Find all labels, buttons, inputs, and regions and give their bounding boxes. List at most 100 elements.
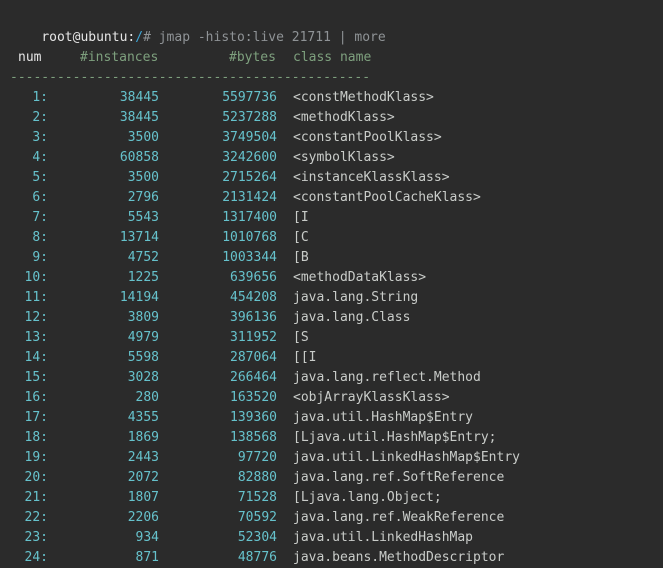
row-num: 1: bbox=[32, 90, 48, 105]
row-bytes: 1003344 bbox=[222, 250, 277, 265]
row-instances: 2796 bbox=[127, 190, 159, 205]
row-class-name: <objArrayKlassKlass> bbox=[293, 390, 450, 405]
table-header: num #instances #bytes class name bbox=[0, 48, 663, 68]
row-num: 15: bbox=[24, 370, 48, 385]
row-instances: 1869 bbox=[127, 430, 159, 445]
row-bytes: 396136 bbox=[230, 310, 277, 325]
prompt-symbol: # bbox=[143, 30, 151, 45]
table-row: 12: 3809 396136 java.lang.Class bbox=[0, 308, 663, 328]
row-instances: 13714 bbox=[119, 230, 159, 245]
prompt-path: / bbox=[135, 30, 144, 45]
row-instances: 5598 bbox=[127, 350, 159, 365]
table-row: 10: 1225 639656 <methodDataKlass> bbox=[0, 268, 663, 288]
row-instances: 14194 bbox=[119, 290, 159, 305]
row-bytes: 311952 bbox=[230, 330, 277, 345]
table-row: 22: 2206 70592 java.lang.ref.WeakReference bbox=[0, 508, 663, 528]
table-row: 16: 280 163520 <objArrayKlassKlass> bbox=[0, 388, 663, 408]
row-instances: 4752 bbox=[127, 250, 159, 265]
table-row: 11: 14194 454208 java.lang.String bbox=[0, 288, 663, 308]
row-class-name: <constantPoolKlass> bbox=[293, 130, 442, 145]
row-instances: 1225 bbox=[127, 270, 159, 285]
row-class-name: <methodDataKlass> bbox=[293, 270, 427, 285]
table-row: 4: 60858 3242600 <symbolKlass> bbox=[0, 148, 663, 168]
table-row: 5: 3500 2715264 <instanceKlassKlass> bbox=[0, 168, 663, 188]
row-num: 17: bbox=[24, 410, 48, 425]
row-instances: 4355 bbox=[127, 410, 159, 425]
table-row: 15: 3028 266464 java.lang.reflect.Method bbox=[0, 368, 663, 388]
row-instances: 1807 bbox=[127, 490, 159, 505]
row-bytes: 138568 bbox=[230, 430, 277, 445]
table-row: 7: 5543 1317400 [I bbox=[0, 208, 663, 228]
row-num: 21: bbox=[24, 490, 48, 505]
command-prompt-line: root@ubuntu:/# jmap -histo:live 21711 | … bbox=[10, 8, 385, 45]
row-bytes: 48776 bbox=[237, 550, 277, 565]
row-class-name: <instanceKlassKlass> bbox=[293, 170, 450, 185]
row-num: 10: bbox=[24, 270, 48, 285]
row-class-name: java.util.LinkedHashMap bbox=[293, 530, 474, 545]
row-bytes: 2131424 bbox=[222, 190, 277, 205]
table-row: 17: 4355 139360 java.util.HashMap$Entry bbox=[0, 408, 663, 428]
row-instances: 934 bbox=[135, 530, 159, 545]
row-num: 6: bbox=[32, 190, 48, 205]
row-num: 22: bbox=[24, 510, 48, 525]
row-class-name: java.beans.MethodDescriptor bbox=[293, 550, 505, 565]
header-divider: ----------------------------------------… bbox=[10, 70, 371, 85]
row-bytes: 2715264 bbox=[222, 170, 277, 185]
table-row: 24: 871 48776 java.beans.MethodDescriptor bbox=[0, 548, 663, 568]
row-bytes: 5597736 bbox=[222, 90, 277, 105]
row-instances: 38445 bbox=[119, 90, 159, 105]
table-row: 3: 3500 3749504 <constantPoolKlass> bbox=[0, 128, 663, 148]
table-row: 23: 934 52304 java.util.LinkedHashMap bbox=[0, 528, 663, 548]
table-row: 19: 2443 97720 java.util.LinkedHashMap$Entr… bbox=[0, 448, 663, 468]
row-num: 2: bbox=[32, 110, 48, 125]
row-num: 20: bbox=[24, 470, 48, 485]
row-bytes: 266464 bbox=[230, 370, 277, 385]
row-class-name: <constantPoolCacheKlass> bbox=[293, 190, 481, 205]
row-num: 4: bbox=[32, 150, 48, 165]
row-num: 23: bbox=[24, 530, 48, 545]
header-bytes: #bytes bbox=[229, 50, 276, 65]
table-row: 1: 38445 5597736 <constMethodKlass> bbox=[0, 88, 663, 108]
row-num: 8: bbox=[32, 230, 48, 245]
row-instances: 5543 bbox=[127, 210, 159, 225]
row-class-name: [B bbox=[293, 250, 309, 265]
command-text: jmap -histo:live 21711 | more bbox=[150, 30, 386, 45]
row-class-name: [S bbox=[293, 330, 309, 345]
row-class-name: java.lang.reflect.Method bbox=[293, 370, 481, 385]
table-row: 14: 5598 287064 [[I bbox=[0, 348, 663, 368]
table-row: 9: 4752 1003344 [B bbox=[0, 248, 663, 268]
row-class-name: java.util.LinkedHashMap$Entry bbox=[293, 450, 520, 465]
row-class-name: java.lang.ref.SoftReference bbox=[293, 470, 505, 485]
row-num: 14: bbox=[24, 350, 48, 365]
row-instances: 3028 bbox=[127, 370, 159, 385]
row-class-name: [C bbox=[293, 230, 309, 245]
row-num: 12: bbox=[24, 310, 48, 325]
row-bytes: 3242600 bbox=[222, 150, 277, 165]
row-instances: 2206 bbox=[127, 510, 159, 525]
row-num: 7: bbox=[32, 210, 48, 225]
row-bytes: 163520 bbox=[230, 390, 277, 405]
header-num: num bbox=[18, 50, 42, 65]
row-bytes: 3749504 bbox=[222, 130, 277, 145]
prompt-user-host: root@ubuntu bbox=[41, 30, 128, 45]
row-bytes: 97720 bbox=[237, 450, 277, 465]
row-class-name: <methodKlass> bbox=[293, 110, 395, 125]
row-instances: 4979 bbox=[127, 330, 159, 345]
row-bytes: 454208 bbox=[230, 290, 277, 305]
row-bytes: 71528 bbox=[237, 490, 277, 505]
table-row: 13: 4979 311952 [S bbox=[0, 328, 663, 348]
terminal-window[interactable]: root@ubuntu:/# jmap -histo:live 21711 | … bbox=[0, 0, 663, 568]
row-instances: 2072 bbox=[127, 470, 159, 485]
table-row: 20: 2072 82880 java.lang.ref.SoftReference bbox=[0, 468, 663, 488]
row-num: 9: bbox=[32, 250, 48, 265]
row-bytes: 82880 bbox=[237, 470, 277, 485]
row-class-name: <constMethodKlass> bbox=[293, 90, 434, 105]
row-class-name: java.lang.Class bbox=[293, 310, 411, 325]
header-instances: #instances bbox=[80, 50, 159, 65]
row-bytes: 1317400 bbox=[222, 210, 277, 225]
row-num: 5: bbox=[32, 170, 48, 185]
table-row: 6: 2796 2131424 <constantPoolCacheKlass> bbox=[0, 188, 663, 208]
row-bytes: 5237288 bbox=[222, 110, 277, 125]
header-class-name: class name bbox=[293, 50, 372, 65]
row-bytes: 52304 bbox=[237, 530, 277, 545]
